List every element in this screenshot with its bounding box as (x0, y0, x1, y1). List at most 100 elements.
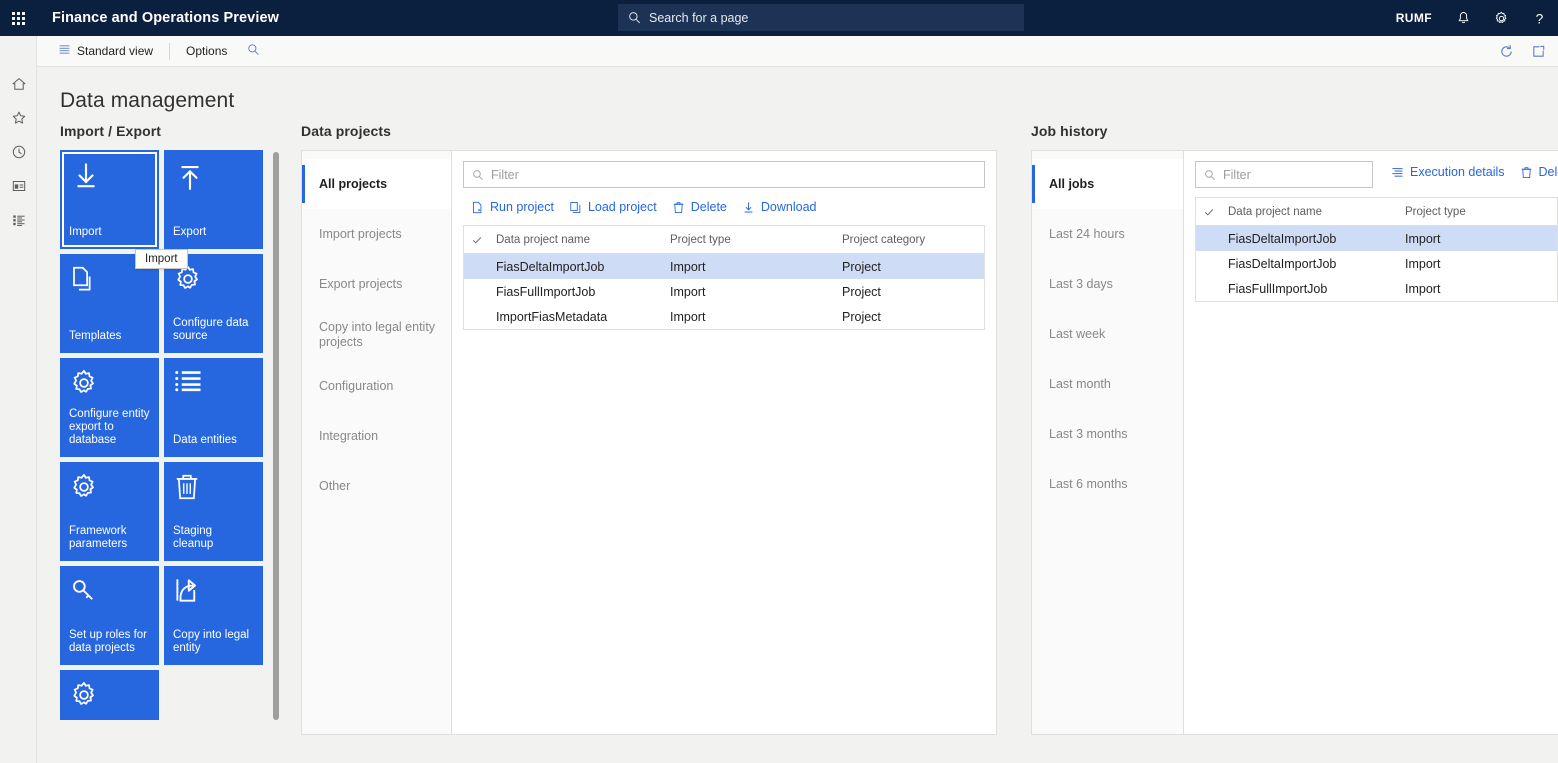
tile-scrollbar[interactable] (273, 150, 279, 728)
data-projects-run-project-button[interactable]: Run project (465, 197, 560, 217)
nav-item-label: Import projects (319, 226, 402, 241)
data-projects-heading: Data projects (301, 123, 391, 139)
nav-projects-integration[interactable]: Integration (302, 411, 451, 461)
bulleted-list-icon (173, 368, 254, 399)
tile-data-entities[interactable]: Data entities (164, 358, 263, 457)
job-history-toolbar: Filter Execution details Delete (1195, 161, 1558, 188)
sidebar-item-favorites[interactable] (0, 101, 37, 135)
sidebar-item-home[interactable] (0, 67, 37, 101)
cell-name: ImportFiasMetadata (496, 309, 608, 324)
nav-jobs-all-jobs[interactable]: All jobs (1032, 159, 1183, 209)
action-bar: Standard view Options (0, 35, 1558, 67)
data-projects-filter-placeholder: Filter (491, 167, 519, 182)
action-bar-search-button[interactable] (238, 40, 269, 62)
column-header-project-type[interactable]: Project type (664, 234, 836, 246)
table-row[interactable]: FiasFullImportJob Import Project (464, 279, 984, 304)
tile-set-up-roles-for-data-projects[interactable]: Set up roles for data projects (60, 566, 159, 665)
tile-label: Framework parameters (69, 525, 128, 550)
copy-icon (569, 201, 582, 214)
nav-projects-export-projects[interactable]: Export projects (302, 259, 451, 309)
search-icon (628, 11, 641, 24)
user-initials[interactable]: RUMF (1384, 0, 1444, 36)
nav-projects-configuration[interactable]: Configuration (302, 361, 451, 411)
column-header-data-project-name[interactable]: Data project name (1222, 206, 1399, 218)
import-tooltip: Import (135, 249, 188, 269)
standard-view-label: Standard view (77, 44, 154, 58)
select-all-checkmark-icon[interactable] (464, 234, 490, 246)
options-button[interactable]: Options (177, 41, 236, 61)
gear-icon[interactable] (1482, 0, 1520, 36)
open-in-new-window-icon[interactable] (1524, 38, 1552, 66)
tile-copy-into-legal-entity[interactable]: Copy into legal entity (164, 566, 263, 665)
job-history-filter-input[interactable]: Filter (1195, 161, 1373, 188)
list-view-icon (58, 43, 71, 59)
sidebar-item-recent[interactable] (0, 135, 37, 169)
nav-projects-all-projects[interactable]: All projects (302, 159, 451, 209)
job-history-main: Filter Execution details Delete Data proj… (1184, 151, 1558, 734)
column-header-data-project-name[interactable]: Data project name (490, 234, 664, 246)
table-row[interactable]: FiasDeltaImportJob Import (1196, 226, 1557, 251)
bell-icon[interactable] (1444, 0, 1482, 36)
table-row[interactable]: ImportFiasMetadata Import Project (464, 304, 984, 329)
cell-category: Project (842, 259, 881, 274)
job-history-delete-button[interactable]: Delete (1514, 162, 1558, 182)
nav-jobs-last-6-months[interactable]: Last 6 months (1032, 459, 1183, 509)
nav-jobs-last-24-hours[interactable]: Last 24 hours (1032, 209, 1183, 259)
job-history-nav: All jobs Last 24 hours Last 3 days Last wee… (1032, 151, 1184, 734)
nav-projects-other[interactable]: Other (302, 461, 451, 511)
nav-item-label: Integration (319, 428, 379, 443)
data-projects-filter-input[interactable]: Filter (463, 161, 985, 188)
nav-projects-copy-into-legal-entity-projects[interactable]: Copy into legal entity projects (302, 309, 451, 361)
tile-label: Import (69, 226, 102, 238)
tile-label: Copy into legal entity (173, 629, 250, 654)
svg-text:?: ? (1535, 10, 1543, 26)
copy-pages-icon (69, 264, 150, 299)
job-history-grid-body: FiasDeltaImportJob Import FiasDeltaImportJ… (1196, 226, 1557, 301)
refresh-icon[interactable] (1492, 38, 1520, 66)
job-history-grid: Data project name Project type FiasDelta… (1195, 197, 1558, 302)
action-bar-right-controls (1492, 36, 1552, 67)
modules-icon (12, 215, 25, 226)
tile-label: Set up roles for data projects (69, 629, 147, 654)
job-history-grid-header: Data project name Project type (1196, 198, 1557, 226)
data-projects-download-button[interactable]: Download (736, 197, 823, 217)
nav-projects-import-projects[interactable]: Import projects (302, 209, 451, 259)
global-search-input[interactable]: Search for a page (618, 4, 1024, 31)
nav-jobs-last-week[interactable]: Last week (1032, 309, 1183, 359)
question-mark-icon[interactable]: ? (1520, 0, 1558, 36)
command-label: Download (760, 200, 817, 214)
tile-framework-parameters[interactable]: Framework parameters (60, 462, 159, 561)
app-launcher-icon[interactable] (0, 0, 36, 36)
command-label: Delete (690, 200, 727, 214)
table-row[interactable]: FiasDeltaImportJob Import Project (464, 254, 984, 279)
data-projects-load-project-button[interactable]: Load project (563, 197, 663, 217)
tile-scrollbar-thumb[interactable] (273, 152, 279, 720)
select-all-checkmark-icon[interactable] (1196, 206, 1222, 218)
job-history-execution-details-button[interactable]: Execution details (1385, 162, 1511, 182)
sidebar-item-modules[interactable] (0, 203, 37, 237)
command-label: Load project (587, 200, 657, 214)
tile-export[interactable]: Export (164, 150, 263, 249)
nav-jobs-last-month[interactable]: Last month (1032, 359, 1183, 409)
tile-staging-cleanup[interactable]: Staging cleanup (164, 462, 263, 561)
table-row[interactable]: FiasDeltaImportJob Import (1196, 251, 1557, 276)
gear-icon (69, 472, 150, 507)
tile-label: Data entities (173, 434, 237, 446)
column-header-project-category[interactable]: Project category (836, 234, 984, 246)
column-header-project-type[interactable]: Project type (1399, 206, 1557, 218)
gear-icon (69, 680, 150, 715)
nav-item-label: All projects (319, 176, 388, 191)
tile-grid: Import Export Templates Configure data sour… (60, 150, 270, 720)
tile-import[interactable]: Import (60, 150, 159, 249)
standard-view-button[interactable]: Standard view (49, 40, 162, 62)
cell-name: FiasDeltaImportJob (496, 259, 605, 274)
nav-jobs-last-3-days[interactable]: Last 3 days (1032, 259, 1183, 309)
app-title: Finance and Operations Preview (52, 10, 280, 26)
sidebar-item-workspaces[interactable] (0, 169, 37, 203)
tile-gear-extra[interactable] (60, 670, 159, 720)
clock-icon (12, 145, 25, 159)
nav-jobs-last-3-months[interactable]: Last 3 months (1032, 409, 1183, 459)
table-row[interactable]: FiasFullImportJob Import (1196, 276, 1557, 301)
tile-configure-entity-export-to-database[interactable]: Configure entity export to database (60, 358, 159, 457)
data-projects-delete-button[interactable]: Delete (666, 197, 733, 217)
